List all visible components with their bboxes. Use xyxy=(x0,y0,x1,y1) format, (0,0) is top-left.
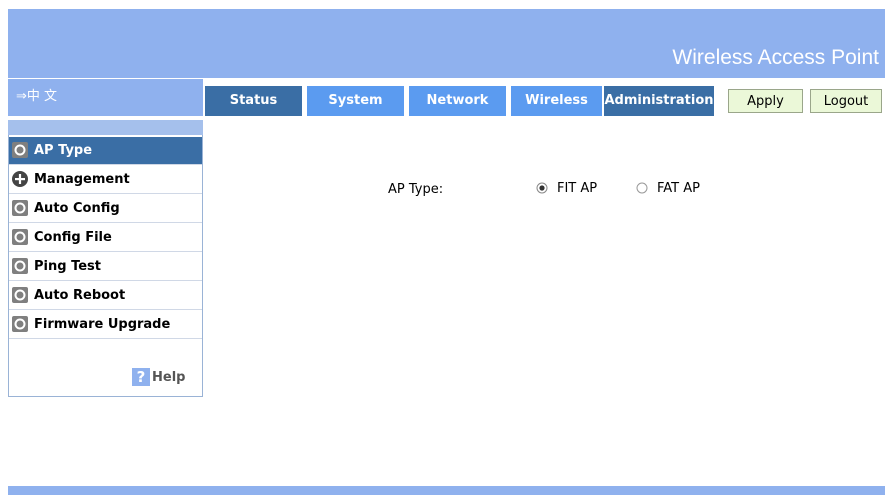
tab-wireless[interactable]: Wireless xyxy=(511,86,602,116)
sidebar-item-auto-reboot[interactable]: Auto Reboot xyxy=(9,282,202,310)
apply-button[interactable]: Apply xyxy=(728,89,803,113)
tab-status[interactable]: Status xyxy=(205,86,302,116)
ap-type-label: AP Type: xyxy=(388,182,444,197)
sidebar-item-label: Management xyxy=(34,172,130,187)
fit-ap-label: FIT AP xyxy=(557,181,598,196)
language-bar: ⇒中 文 xyxy=(8,79,203,116)
sidebar-item-management[interactable]: Management xyxy=(9,166,202,194)
tab-network[interactable]: Network xyxy=(409,86,506,116)
circle-icon xyxy=(12,142,28,158)
tab-system[interactable]: System xyxy=(307,86,404,116)
sidebar-item-label: Auto Reboot xyxy=(34,288,126,303)
circle-icon xyxy=(12,229,28,245)
radio-unchecked-icon xyxy=(636,182,648,194)
sidebar-item-auto-config[interactable]: Auto Config xyxy=(9,195,202,223)
sidebar-item-config-file[interactable]: Config File xyxy=(9,224,202,252)
sidebar-item-label: Auto Config xyxy=(34,201,120,216)
sidebar-header-bar xyxy=(8,120,203,135)
sidebar-item-label: Ping Test xyxy=(34,259,101,274)
sidebar-item-ping-test[interactable]: Ping Test xyxy=(9,253,202,281)
sidebar-item-ap-type[interactable]: AP Type xyxy=(9,137,202,165)
circle-icon xyxy=(12,200,28,216)
sidebar-item-label: Config File xyxy=(34,230,112,245)
language-switch-link[interactable]: ⇒中 文 xyxy=(16,85,57,104)
tab-administration[interactable]: Administration xyxy=(604,86,714,116)
sidebar-item-firmware-upgrade[interactable]: Firmware Upgrade xyxy=(9,311,202,339)
header-banner: Wireless Access Point xyxy=(8,9,885,78)
circle-icon xyxy=(12,258,28,274)
app-title: Wireless Access Point xyxy=(672,46,879,69)
sidebar-item-label: Firmware Upgrade xyxy=(34,317,171,332)
logout-button[interactable]: Logout xyxy=(810,89,882,113)
help-icon: ? xyxy=(132,368,150,386)
circle-icon xyxy=(12,287,28,303)
footer-bar xyxy=(8,486,885,495)
sidebar-item-label: AP Type xyxy=(34,143,93,158)
help-label: Help xyxy=(152,370,186,385)
radio-checked-icon xyxy=(536,182,548,194)
circle-icon xyxy=(12,316,28,332)
sidebar: AP Type Management Auto Config Config Fi… xyxy=(8,120,203,397)
plus-icon xyxy=(12,171,28,187)
fat-ap-label: FAT AP xyxy=(657,181,700,196)
